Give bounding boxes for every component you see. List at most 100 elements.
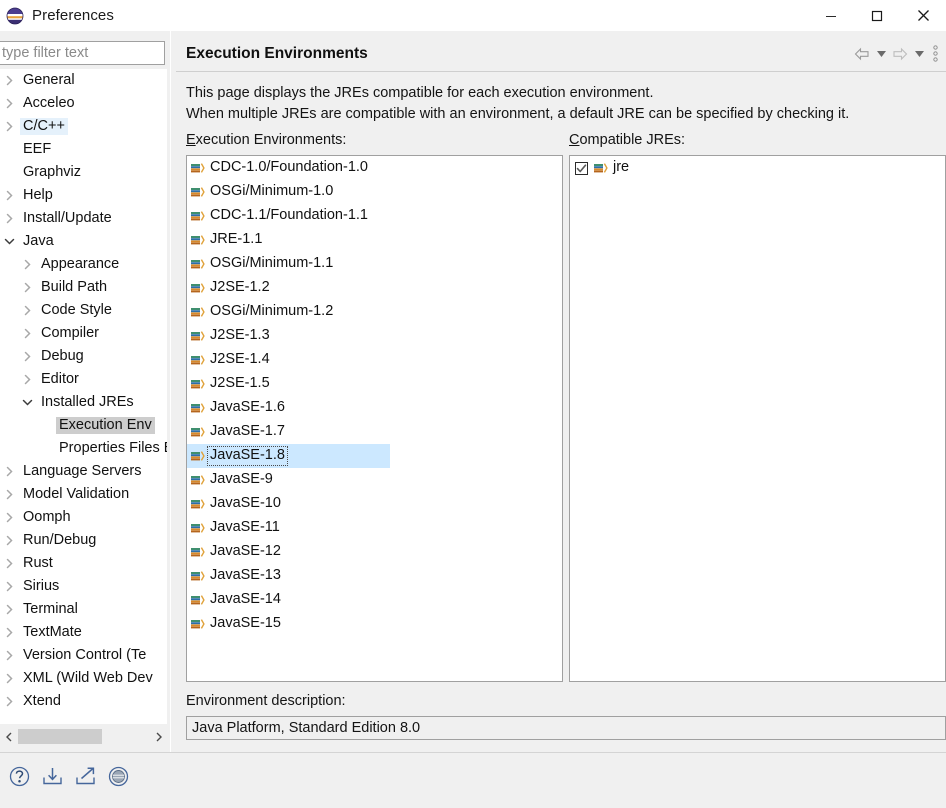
list-item[interactable]: J2SE-1.3 (187, 324, 562, 348)
list-item[interactable]: JRE-1.1 (187, 228, 562, 252)
chevron-right-icon[interactable] (22, 305, 33, 316)
list-item[interactable]: OSGi/Minimum-1.1 (187, 252, 562, 276)
tree-horizontal-scrollbar[interactable] (0, 728, 167, 745)
preferences-tree[interactable]: General Acceleo C/C++ EEF Graphviz Help Instal… (0, 69, 167, 724)
list-item[interactable]: JavaSE-13 (187, 564, 562, 588)
list-item[interactable]: J2SE-1.5 (187, 372, 562, 396)
sidebar-item-compiler[interactable]: Compiler (0, 322, 167, 345)
maximize-icon[interactable] (854, 0, 900, 31)
scrollbar-thumb[interactable] (18, 729, 102, 744)
chevron-right-icon[interactable] (4, 75, 15, 86)
chevron-right-icon[interactable] (4, 581, 15, 592)
sidebar-item-properties-files-e[interactable]: Properties Files E (0, 437, 167, 460)
chevron-right-icon[interactable] (4, 121, 15, 132)
list-item[interactable]: JavaSE-14 (187, 588, 562, 612)
chevron-right-icon[interactable] (4, 489, 15, 500)
caret-down-icon-back[interactable] (874, 44, 888, 64)
list-item[interactable]: JavaSE-12 (187, 540, 562, 564)
eclipse-sphere-icon[interactable] (107, 765, 129, 787)
caret-down-icon-forward[interactable] (912, 44, 926, 64)
chevron-left-icon[interactable] (0, 728, 17, 745)
chevron-right-icon[interactable] (4, 213, 15, 224)
sidebar-item-general[interactable]: General (0, 69, 167, 92)
list-item[interactable]: CDC-1.0/Foundation-1.0 (187, 156, 562, 180)
sidebar-item-debug[interactable]: Debug (0, 345, 167, 368)
list-item[interactable]: JavaSE-9 (187, 468, 562, 492)
list-item-label: OSGi/Minimum-1.0 (210, 183, 334, 200)
sidebar-item-run-debug[interactable]: Run/Debug (0, 529, 167, 552)
chevron-right-icon[interactable] (4, 650, 15, 661)
list-item[interactable]: OSGi/Minimum-1.0 (187, 180, 562, 204)
sidebar-item-language-servers[interactable]: Language Servers (0, 460, 167, 483)
chevron-right-icon[interactable] (150, 728, 167, 745)
list-item[interactable]: CDC-1.1/Foundation-1.1 (187, 204, 562, 228)
sidebar-item-sirius[interactable]: Sirius (0, 575, 167, 598)
vertical-dots-icon[interactable] (928, 44, 942, 64)
sidebar-item-acceleo[interactable]: Acceleo (0, 92, 167, 115)
sidebar-item-xml-wild-web-dev[interactable]: XML (Wild Web Dev (0, 667, 167, 690)
sidebar-item-editor[interactable]: Editor (0, 368, 167, 391)
sidebar-item-xtend[interactable]: Xtend (0, 690, 167, 713)
sidebar-item-installed-jres[interactable]: Installed JREs (0, 391, 167, 414)
jre-library-icon (190, 616, 206, 632)
sidebar-item-model-validation[interactable]: Model Validation (0, 483, 167, 506)
export-icon[interactable] (74, 765, 96, 787)
sidebar-item-graphviz[interactable]: Graphviz (0, 161, 167, 184)
chevron-right-icon[interactable] (4, 190, 15, 201)
list-item[interactable]: JavaSE-11 (187, 516, 562, 540)
sidebar-item-code-style[interactable]: Code Style (0, 299, 167, 322)
list-item[interactable]: JavaSE-15 (187, 612, 562, 636)
compatible-jres-list[interactable]: jre (569, 155, 946, 682)
sidebar-item-help[interactable]: Help (0, 184, 167, 207)
chevron-right-icon[interactable] (4, 98, 15, 109)
sidebar-item-terminal[interactable]: Terminal (0, 598, 167, 621)
chevron-right-icon[interactable] (4, 673, 15, 684)
chevron-right-icon[interactable] (4, 696, 15, 707)
list-item[interactable]: JavaSE-1.6 (187, 396, 562, 420)
chevron-right-icon[interactable] (22, 374, 33, 385)
search-input[interactable] (0, 41, 165, 65)
chevron-right-icon[interactable] (4, 604, 15, 615)
chevron-right-icon[interactable] (22, 282, 33, 293)
sidebar-item-build-path[interactable]: Build Path (0, 276, 167, 299)
import-icon[interactable] (41, 765, 63, 787)
list-item[interactable]: jre (570, 156, 945, 180)
sidebar-item-version-control-te[interactable]: Version Control (Te (0, 644, 167, 667)
sidebar-item-install-update[interactable]: Install/Update (0, 207, 167, 230)
list-item[interactable]: JavaSE-1.8 (187, 444, 390, 468)
sidebar-item-rust[interactable]: Rust (0, 552, 167, 575)
sidebar-item-eef[interactable]: EEF (0, 138, 167, 161)
chevron-right-icon[interactable] (4, 627, 15, 638)
list-item[interactable]: OSGi/Minimum-1.2 (187, 300, 562, 324)
list-item[interactable]: J2SE-1.2 (187, 276, 562, 300)
execution-environments-list[interactable]: CDC-1.0/Foundation-1.0 OSGi/Minimum-1.0 CD… (186, 155, 563, 682)
sidebar-item-appearance[interactable]: Appearance (0, 253, 167, 276)
chevron-right-icon[interactable] (22, 328, 33, 339)
sidebar-item-textmate[interactable]: TextMate (0, 621, 167, 644)
list-item[interactable]: J2SE-1.4 (187, 348, 562, 372)
chevron-down-icon[interactable] (4, 236, 15, 247)
sidebar-item-java[interactable]: Java (0, 230, 167, 253)
sidebar-item-oomph[interactable]: Oomph (0, 506, 167, 529)
arrow-right-icon[interactable] (890, 44, 910, 64)
chevron-right-icon[interactable] (4, 535, 15, 546)
sidebar-item-execution-env[interactable]: Execution Env (0, 414, 167, 437)
chevron-right-icon[interactable] (22, 351, 33, 362)
minimize-icon[interactable] (808, 0, 854, 31)
sidebar-item-c-c[interactable]: C/C++ (0, 115, 167, 138)
chevron-right-icon[interactable] (22, 259, 33, 270)
list-item[interactable]: JavaSE-10 (187, 492, 562, 516)
title-bar: Preferences (0, 0, 946, 31)
chevron-right-icon[interactable] (4, 466, 15, 477)
arrow-left-icon[interactable] (852, 44, 872, 64)
chevron-right-icon[interactable] (4, 512, 15, 523)
chevron-down-icon[interactable] (22, 397, 33, 408)
help-icon[interactable] (8, 765, 30, 787)
list-item[interactable]: JavaSE-1.7 (187, 420, 562, 444)
scrollbar-track[interactable] (17, 728, 150, 745)
close-icon[interactable] (900, 0, 946, 31)
default-jre-checkbox[interactable] (575, 161, 588, 175)
chevron-right-icon[interactable] (4, 558, 15, 569)
